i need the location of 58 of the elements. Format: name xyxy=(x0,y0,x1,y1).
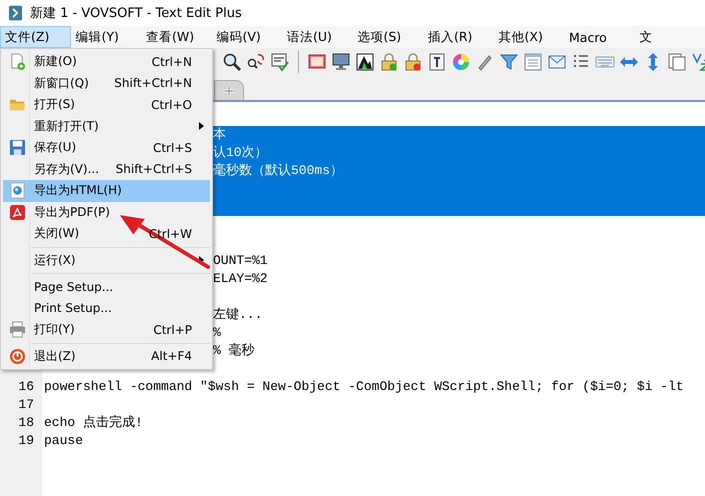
pdf-icon xyxy=(8,204,26,221)
new-file-icon xyxy=(8,53,26,70)
monitor-icon[interactable] xyxy=(331,52,351,72)
spellcheck-icon[interactable] xyxy=(270,52,290,72)
menu-item[interactable]: 编辑(Y) xyxy=(70,26,141,48)
menu-item[interactable]: 文件(Z) xyxy=(0,26,70,48)
menu-item[interactable]: Macro xyxy=(564,26,634,48)
menu-item[interactable]: 编码(V) xyxy=(212,26,282,48)
printer-icon xyxy=(8,321,26,338)
menu-item[interactable]: 选项(S) xyxy=(352,26,423,48)
color-wheel-icon[interactable] xyxy=(451,52,471,72)
menu-entry[interactable]: 打开(S) Ctrl+O xyxy=(3,94,210,116)
code-line: 毫秒数（默认500ms） xyxy=(213,162,344,180)
code-line: powershell -command "$wsh = New-Object -ComObject WScript.Shell; for ($i=0; $i -lt xyxy=(44,378,684,396)
menu-entry[interactable]: Page Setup... xyxy=(3,276,210,298)
code-line: 本 xyxy=(213,126,226,144)
menu-item[interactable]: 查看(W) xyxy=(141,26,212,48)
menu-entry[interactable]: 运行(X) xyxy=(3,250,210,271)
code-line: % xyxy=(213,324,221,342)
menu-entry[interactable]: 导出为PDF(P) xyxy=(3,202,210,223)
code-line: 左键... xyxy=(213,306,262,324)
plus-icon xyxy=(223,84,235,96)
line-number: 16 xyxy=(17,378,35,396)
power-icon xyxy=(8,348,26,365)
globe-icon xyxy=(8,182,26,200)
menu-item[interactable]: 其他(X) xyxy=(494,26,564,48)
menu-entry[interactable]: 导出为HTML(H) xyxy=(3,180,210,202)
window-title: 新建 1 - VOVSOFT - Text Edit Plus xyxy=(30,5,242,22)
filter-icon[interactable] xyxy=(499,52,519,72)
code-line: ELAY=%2 xyxy=(213,270,268,288)
code-line: pause xyxy=(44,432,84,450)
code-line: 认10次） xyxy=(213,144,268,162)
menu-entry[interactable]: 重新打开(T) xyxy=(3,116,210,137)
text-icon[interactable] xyxy=(427,52,447,72)
line-number: 19 xyxy=(17,432,35,450)
search-icon[interactable] xyxy=(222,52,242,72)
sort-icon[interactable] xyxy=(691,52,705,72)
menu-item[interactable]: 插入(R) xyxy=(423,26,494,48)
menu-entry[interactable]: 打印(Y) Ctrl+P xyxy=(3,319,210,340)
menu-item[interactable]: 文 xyxy=(634,26,705,48)
window-icon[interactable] xyxy=(523,52,543,72)
menu-entry[interactable]: 保存(U) Ctrl+S xyxy=(3,137,210,158)
code-line: OUNT=%1 xyxy=(213,252,268,270)
new-tab-button[interactable] xyxy=(214,80,244,100)
menu-entry[interactable]: 新窗口(Q) Shift+Ctrl+N xyxy=(3,72,210,94)
image-icon[interactable] xyxy=(355,52,375,72)
menu-entry[interactable]: 退出(Z) Alt+F4 xyxy=(3,346,210,367)
save-icon xyxy=(8,139,26,156)
line-number: 17 xyxy=(17,396,35,414)
code-line: % 毫秒 xyxy=(213,342,255,360)
menu-entry[interactable]: 另存为(V)... Shift+Ctrl+S xyxy=(3,158,210,180)
menu-item[interactable]: 语法(U) xyxy=(282,26,352,48)
lock-minus-icon[interactable] xyxy=(403,52,423,72)
menu-entry[interactable]: Print Setup... xyxy=(3,298,210,319)
code-line: echo 点击完成! xyxy=(44,414,143,432)
app-icon xyxy=(9,5,22,21)
line-number: 18 xyxy=(17,414,35,432)
pages-icon[interactable] xyxy=(667,52,687,72)
